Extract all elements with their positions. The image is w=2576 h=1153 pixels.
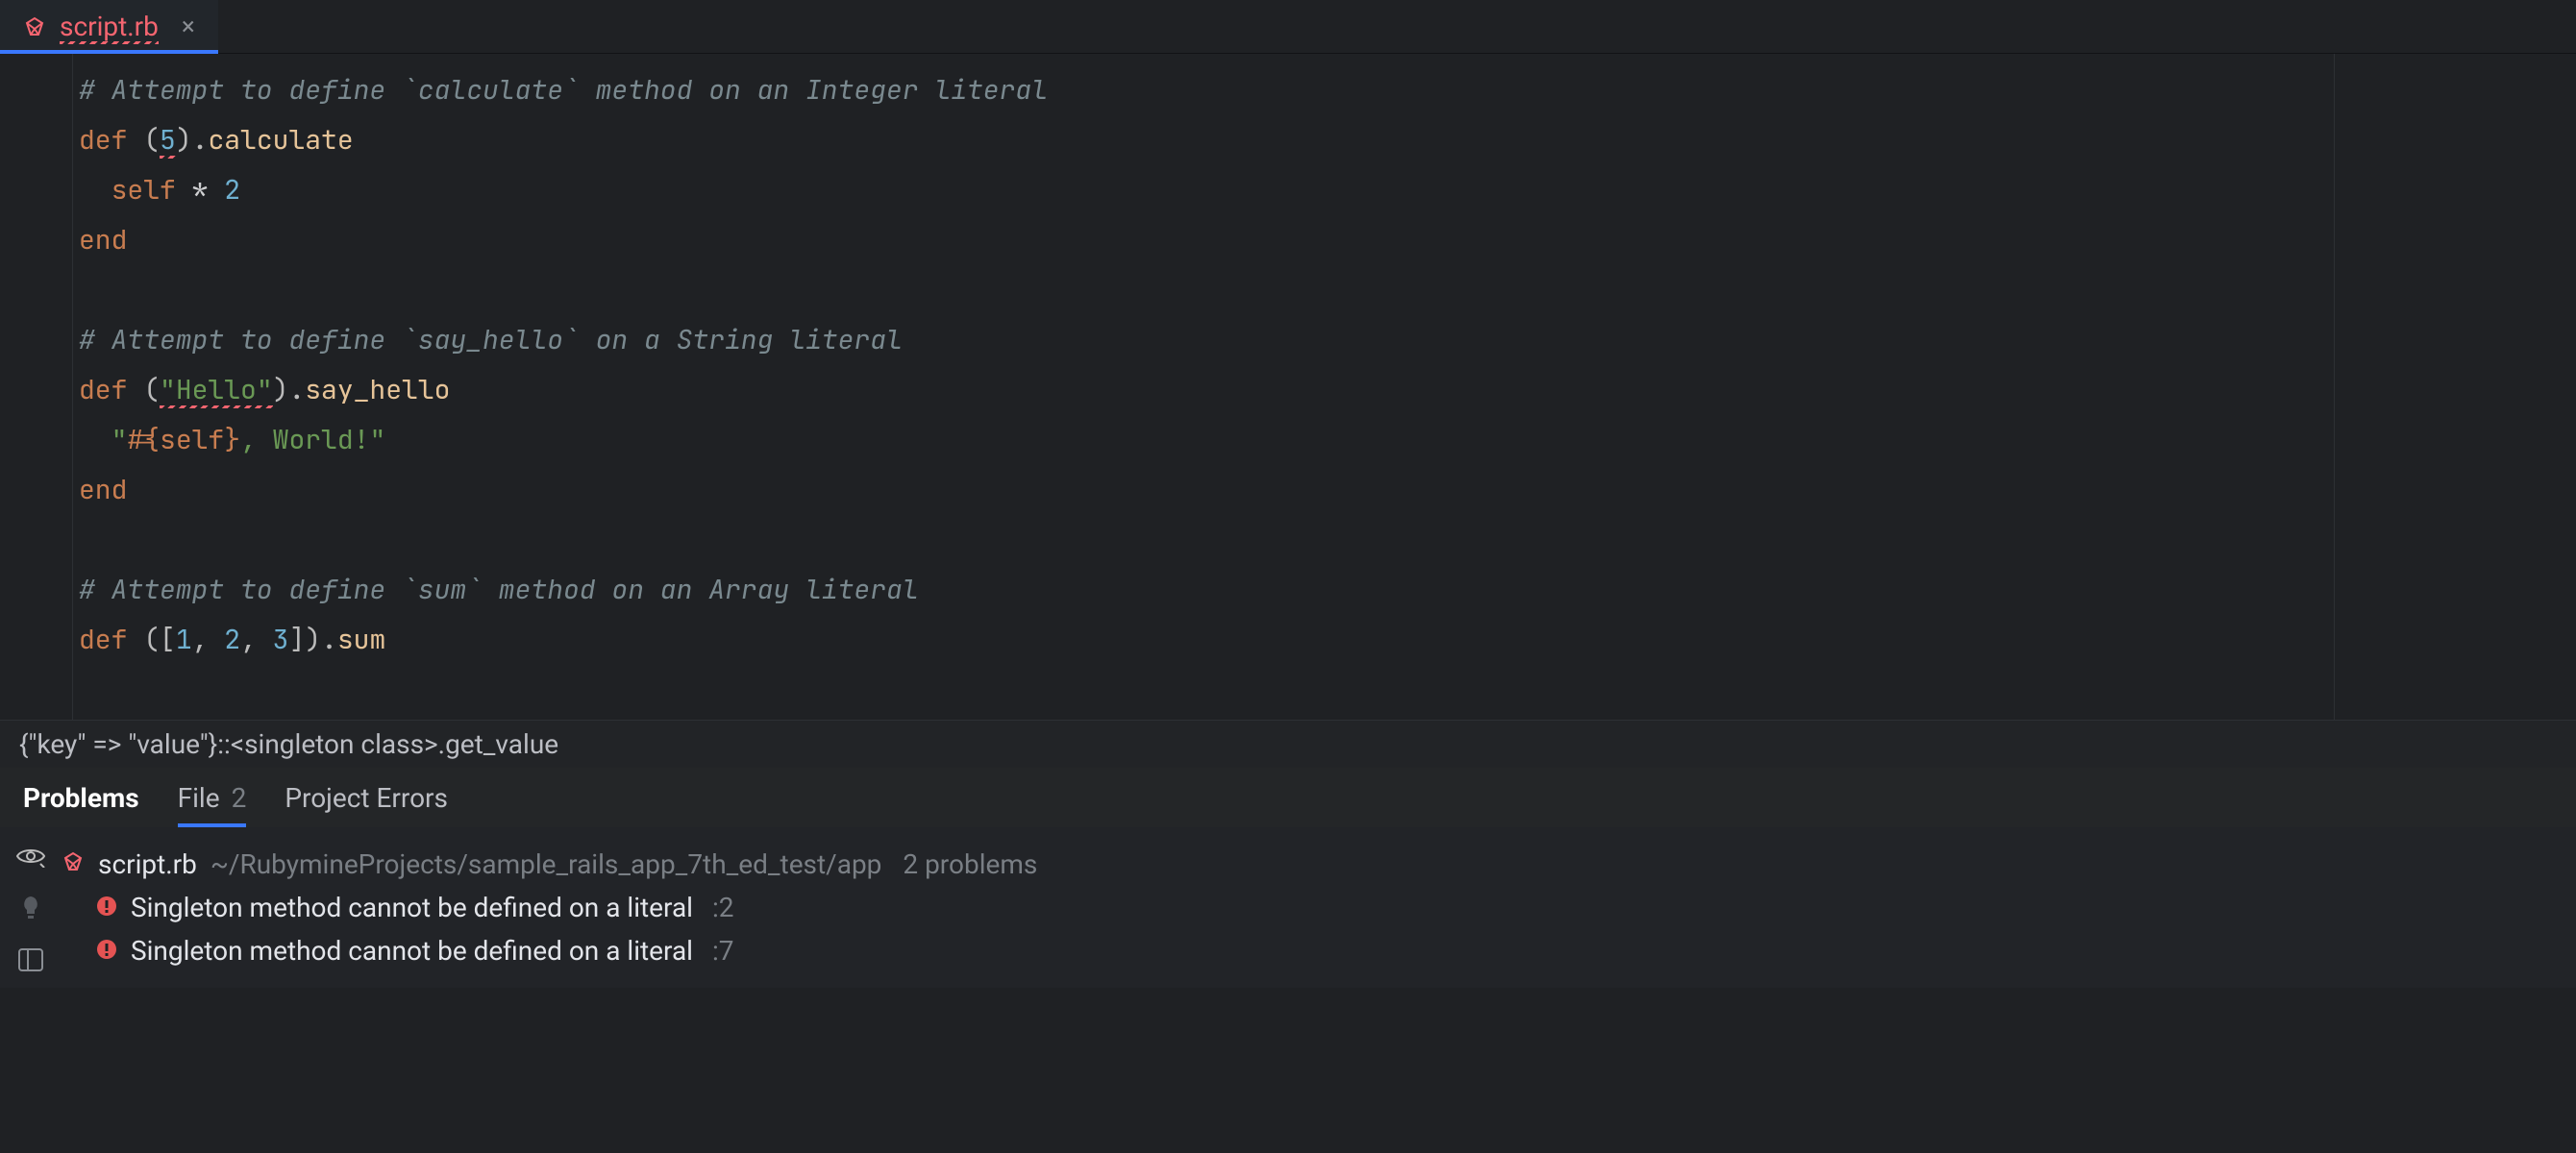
code-token: ( [127,122,160,158]
keyword-def: def [79,122,127,158]
tab-file-count: 2 [232,782,247,814]
problem-message: Singleton method cannot be defined on a … [131,892,693,923]
keyword-end: end [79,472,127,507]
code-token: #{ [127,422,160,457]
tab-problems[interactable]: Problems [23,782,139,814]
code-token: ([ [127,622,175,657]
code-token: 1 [176,622,192,657]
tab-filename: script.rb [60,11,159,42]
code-token: ). [176,122,209,158]
code-token: " [111,422,128,457]
code-token [79,422,111,457]
editor-code[interactable]: # Attempt to define `calculate` method o… [73,54,2334,720]
code-line: # Attempt to define `calculate` method o… [79,72,1048,108]
keyword-def: def [79,622,127,657]
ruby-icon [23,15,46,38]
code-token: 2 [224,172,240,208]
editor-gutter [0,54,73,720]
problems-file-name: script.rb [98,848,197,880]
code-token: , World! [240,422,369,457]
tab-project-errors[interactable]: Project Errors [285,768,448,827]
code-line: # Attempt to define `sum` method on an A… [79,572,919,607]
tab-file[interactable]: File 2 [178,768,247,827]
problem-line-ref: :7 [712,935,734,967]
problem-message: Singleton method cannot be defined on a … [131,935,693,967]
code-token: } [224,422,240,457]
code-token: " [369,422,385,457]
problems-file-path: ~/RubymineProjects/sample_rails_app_7th_… [211,848,882,880]
tab-bar: script.rb × [0,0,2576,54]
problems-panel-tabs: Problems File 2 Project Errors [0,768,2576,827]
layout-icon[interactable] [18,948,43,971]
code-token: sum [337,622,385,657]
problem-item[interactable]: Singleton method cannot be defined on a … [62,886,2576,929]
problem-line-ref: :2 [712,892,734,923]
code-token: * [176,172,224,208]
tab-file-label: File [178,782,220,814]
eye-icon[interactable] [15,845,46,868]
problems-content: script.rb ~/RubymineProjects/sample_rail… [62,827,2576,988]
breadcrumb-segment: >. [424,728,445,760]
editor-scrollstrip[interactable] [2334,54,2576,720]
code-token [79,172,111,208]
code-line: # Attempt to define `say_hello` on a Str… [79,322,903,357]
code-token: ]). [288,622,336,657]
code-token: ( [127,372,160,407]
code-token: , [192,622,225,657]
code-token: 3 [273,622,289,657]
close-icon[interactable]: × [182,12,195,41]
code-token: calculate [208,122,353,158]
problems-file-count: 2 problems [903,848,1037,880]
code-token: "Hello" [160,372,273,407]
problem-item[interactable]: Singleton method cannot be defined on a … [62,929,2576,972]
ruby-icon [62,848,85,880]
keyword-def: def [79,372,127,407]
keyword-end: end [79,222,127,258]
keyword-self: self [111,172,176,208]
problems-gutter [0,827,62,988]
problems-file-header[interactable]: script.rb ~/RubymineProjects/sample_rail… [62,843,2576,886]
error-icon [96,935,117,967]
breadcrumb[interactable]: {"key" => "value"}::<singleton class>.ge… [0,720,2576,768]
error-icon [96,892,117,923]
code-token: say_hello [305,372,450,407]
breadcrumb-segment: singleton class [244,728,424,760]
keyword-self: self [160,422,224,457]
breadcrumb-segment: {"key" => "value"}:: [19,728,231,760]
editor: # Attempt to define `calculate` method o… [0,54,2576,720]
breadcrumb-segment: get_value [445,728,558,760]
problems-panel: script.rb ~/RubymineProjects/sample_rail… [0,827,2576,988]
editor-tab-script-rb[interactable]: script.rb × [0,0,218,54]
breadcrumb-segment: < [231,728,244,760]
code-token: 5 [160,122,176,158]
code-token: ). [273,372,306,407]
code-token: , [240,622,273,657]
code-token: 2 [224,622,240,657]
lightbulb-icon[interactable] [19,895,42,921]
